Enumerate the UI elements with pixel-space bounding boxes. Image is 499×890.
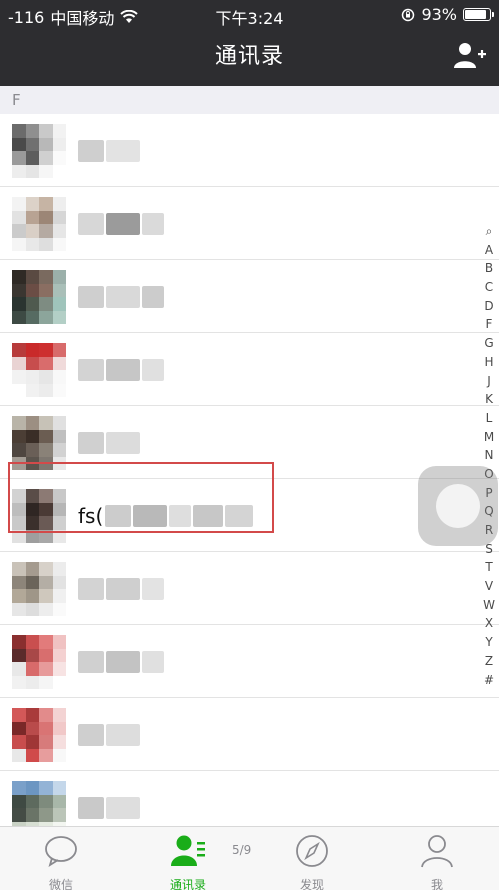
- contact-row[interactable]: [0, 114, 499, 187]
- status-bar: -116 中国移动 下午3:24 93%: [0, 0, 499, 30]
- pixelated-name-segment: [78, 578, 104, 600]
- tab-contacts[interactable]: 通讯录: [143, 833, 233, 890]
- avatar: [12, 270, 66, 324]
- tab-discover[interactable]: 发现: [267, 833, 357, 890]
- battery-percent: 93%: [421, 5, 457, 24]
- index-letter[interactable]: T: [479, 558, 499, 577]
- contact-name: [78, 722, 140, 748]
- tab-contacts-label: 通讯录: [169, 878, 206, 890]
- contact-name: [78, 430, 140, 456]
- index-letter[interactable]: Y: [479, 633, 499, 652]
- pixelated-name-segment: [106, 140, 140, 162]
- compass-icon: [296, 835, 328, 867]
- index-letter[interactable]: G: [479, 334, 499, 353]
- avatar: [12, 635, 66, 689]
- contact-row[interactable]: [0, 333, 499, 406]
- pixelated-name-segment: [106, 432, 140, 454]
- index-search-icon[interactable]: ⌕: [479, 222, 499, 241]
- index-letter[interactable]: V: [479, 577, 499, 596]
- index-letter[interactable]: A: [479, 241, 499, 260]
- person-icon: [421, 835, 453, 868]
- index-letter[interactable]: K: [479, 390, 499, 409]
- tab-chats-label: 微信: [48, 878, 73, 890]
- index-bar[interactable]: ⌕ A B C D F G H J K L M N O P Q R S T V W X Y Z #: [479, 222, 499, 689]
- avatar: [12, 562, 66, 616]
- avatar: [12, 124, 66, 178]
- index-letter[interactable]: Z: [479, 652, 499, 671]
- pixelated-name-segment: [78, 797, 104, 819]
- add-contact-icon[interactable]: [453, 40, 487, 70]
- contacts-icon: [171, 835, 205, 866]
- pixelated-name-segment: [106, 286, 140, 308]
- pixelated-name-segment: [142, 578, 164, 600]
- pixelated-name-segment: [78, 286, 104, 308]
- contact-row[interactable]: [0, 187, 499, 260]
- pixelated-name-segment: [142, 213, 164, 235]
- tab-me-label: 我: [430, 878, 443, 890]
- index-letter[interactable]: M: [479, 428, 499, 447]
- tab-discover-label: 发现: [299, 878, 324, 890]
- contact-name: [78, 357, 164, 383]
- contact-name: [78, 138, 140, 164]
- contacts-screen: -116 中国移动 下午3:24 93% 通讯录 F fs(⌕ A B C D…: [0, 0, 499, 890]
- battery-icon: [463, 8, 494, 21]
- top-bar: -116 中国移动 下午3:24 93% 通讯录: [0, 0, 499, 86]
- pixelated-name-segment: [106, 213, 140, 235]
- status-right: 93%: [401, 5, 494, 24]
- contact-row[interactable]: [0, 552, 499, 625]
- pixelated-name-segment: [78, 140, 104, 162]
- index-letter[interactable]: #: [479, 671, 499, 690]
- pixelated-name-segment: [78, 651, 104, 673]
- contact-name: [78, 576, 164, 602]
- contact-name: [78, 649, 164, 675]
- tab-me[interactable]: 我: [392, 833, 482, 890]
- contact-name: [78, 284, 164, 310]
- pixelated-name-segment: [106, 724, 140, 746]
- index-letter[interactable]: H: [479, 353, 499, 372]
- pixelated-name-segment: [106, 797, 140, 819]
- pixelated-name-segment: [106, 651, 140, 673]
- pixelated-name-segment: [106, 359, 140, 381]
- rotation-lock-icon: [402, 8, 415, 21]
- tab-bar: 微信 通讯录 5/9 发现 我: [0, 826, 499, 890]
- avatar: [12, 343, 66, 397]
- index-letter[interactable]: X: [479, 614, 499, 633]
- contact-name: [78, 211, 164, 237]
- avatar: [12, 708, 66, 762]
- pixelated-name-segment: [142, 359, 164, 381]
- index-letter[interactable]: C: [479, 278, 499, 297]
- index-letter[interactable]: W: [479, 596, 499, 615]
- page-title: 通讯录: [214, 44, 284, 69]
- assistive-touch-button[interactable]: [418, 466, 498, 546]
- pixelated-name-segment: [106, 578, 140, 600]
- tab-chats[interactable]: 微信: [16, 833, 106, 890]
- contact-row[interactable]: [0, 698, 499, 771]
- highlight-box: [8, 462, 274, 533]
- pixelated-name-segment: [78, 359, 104, 381]
- contact-name: [78, 795, 140, 821]
- battery-fill: [465, 10, 487, 19]
- index-letter[interactable]: N: [479, 446, 499, 465]
- contact-row[interactable]: [0, 260, 499, 333]
- index-letter[interactable]: D: [479, 297, 499, 316]
- pixelated-name-segment: [142, 651, 164, 673]
- pixelated-name-segment: [78, 432, 104, 454]
- pixelated-name-segment: [78, 213, 104, 235]
- pixelated-name-segment: [78, 724, 104, 746]
- index-letter[interactable]: F: [479, 315, 499, 334]
- pixelated-name-segment: [142, 286, 164, 308]
- index-letter[interactable]: L: [479, 409, 499, 428]
- index-letter[interactable]: B: [479, 259, 499, 278]
- avatar: [12, 197, 66, 251]
- index-letter[interactable]: J: [479, 372, 499, 391]
- section-header: F: [0, 86, 499, 114]
- chat-bubble-icon: [45, 836, 77, 868]
- page-indicator: 5/9: [232, 843, 252, 857]
- contact-row[interactable]: [0, 625, 499, 698]
